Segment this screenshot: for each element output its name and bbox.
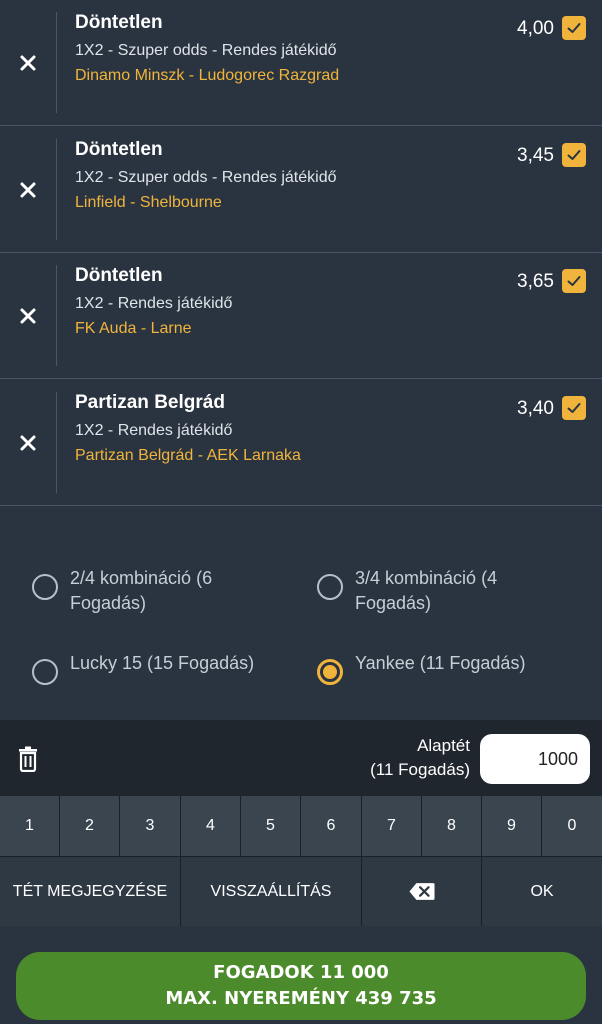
checkmark-icon [567,23,581,33]
divider [56,139,57,240]
key-2[interactable]: 2 [60,796,119,856]
remove-bet-button[interactable] [0,0,56,125]
bet-selection: Döntetlen [75,265,163,286]
close-icon [20,435,36,450]
bet-match: Dinamo Minszk - Ludogorec Razgrad [75,67,340,84]
radio-button[interactable] [32,574,58,600]
bet-odds: 4,00 [517,18,554,39]
system-options: 2/4 kombináció (6 Fogadás) 3/4 kombináci… [0,506,602,720]
system-option-lucky15[interactable]: Lucky 15 (15 Fogadás) [32,651,310,685]
stake-input[interactable] [480,734,590,784]
system-option-2of4[interactable]: 2/4 kombináció (6 Fogadás) [32,566,270,616]
system-option-label: 3/4 kombináció (4 Fogadás) [355,568,498,613]
radio-button-selected[interactable] [317,659,343,685]
bet-odds: 3,65 [517,271,554,292]
bet-odds: 3,45 [517,145,554,166]
trash-icon[interactable] [16,746,40,772]
system-option-label: 2/4 kombináció (6 Fogadás) [70,568,213,613]
bet-item: Partizan Belgrád 1X2 - Rendes játékidő P… [0,380,602,506]
stake-label: Alaptét (11 Fogadás) [370,734,470,782]
radio-button[interactable] [317,574,343,600]
bet-include-checkbox[interactable] [562,396,586,420]
close-icon [20,55,36,70]
key-4[interactable]: 4 [181,796,240,856]
bet-item: Döntetlen 1X2 - Rendes játékidő FK Auda … [0,253,602,379]
max-payout: MAX. NYEREMÉNY 439 735 [165,988,437,1009]
reset-button[interactable]: VISSZAÁLLÍTÁS [181,857,361,926]
key-9[interactable]: 9 [482,796,541,856]
key-1[interactable]: 1 [0,796,59,856]
system-option-label: Lucky 15 (15 Fogadás) [70,653,255,673]
system-option-yankee[interactable]: Yankee (11 Fogadás) [317,651,595,685]
place-bet-button[interactable]: FOGADOK 11 000 MAX. NYEREMÉNY 439 735 [16,952,586,1020]
bet-selection: Döntetlen [75,139,163,160]
bet-match: FK Auda - Larne [75,320,192,337]
bet-include-checkbox[interactable] [562,16,586,40]
bet-match: Partizan Belgrád - AEK Larnaka [75,447,301,464]
bet-market: 1X2 - Szuper odds - Rendes játékidő [75,169,337,186]
bet-market: 1X2 - Rendes játékidő [75,422,233,439]
bet-market: 1X2 - Szuper odds - Rendes játékidő [75,42,337,59]
close-icon [20,182,36,197]
stake-note-button[interactable]: TÉT MEGJEGYZÉSE [0,857,180,926]
checkmark-icon [567,403,581,413]
bet-item: Döntetlen 1X2 - Szuper odds - Rendes ját… [0,0,602,126]
checkmark-icon [567,150,581,160]
divider [56,265,57,366]
bet-odds: 3,40 [517,398,554,419]
key-0[interactable]: 0 [542,796,602,856]
system-option-3of4[interactable]: 3/4 kombináció (4 Fogadás) [317,566,555,616]
checkmark-icon [567,276,581,286]
remove-bet-button[interactable] [0,253,56,378]
stake-label-count: (11 Fogadás) [370,760,470,779]
key-6[interactable]: 6 [301,796,361,856]
key-5[interactable]: 5 [241,796,300,856]
close-icon [20,308,36,323]
bet-include-checkbox[interactable] [562,269,586,293]
divider [56,392,57,493]
backspace-icon [408,883,435,900]
key-3[interactable]: 3 [120,796,180,856]
bet-match: Linfield - Shelbourne [75,194,222,211]
numeric-keypad: 1 2 3 4 5 6 7 8 9 0 TÉT MEGJEGYZÉSE VISS… [0,796,602,926]
bet-market: 1X2 - Rendes játékidő [75,295,233,312]
remove-bet-button[interactable] [0,380,56,505]
place-bet-total: FOGADOK 11 000 [213,962,389,983]
key-8[interactable]: 8 [422,796,481,856]
stake-label-title: Alaptét [417,736,470,755]
bet-include-checkbox[interactable] [562,143,586,167]
system-option-label: Yankee (11 Fogadás) [355,653,526,673]
key-7[interactable]: 7 [362,796,421,856]
ok-button[interactable]: OK [482,857,602,926]
bet-item: Döntetlen 1X2 - Szuper odds - Rendes ját… [0,127,602,253]
radio-button[interactable] [32,659,58,685]
bet-selection: Partizan Belgrád [75,392,225,413]
remove-bet-button[interactable] [0,127,56,252]
divider [56,12,57,113]
backspace-button[interactable] [362,857,481,926]
bet-selection: Döntetlen [75,12,163,33]
